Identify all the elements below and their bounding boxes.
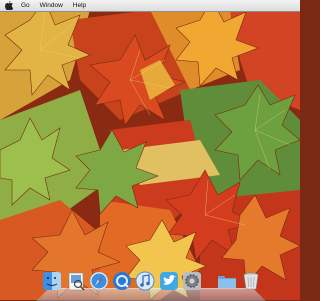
menu-bar: Go Window Help — [0, 0, 300, 12]
menu-window[interactable]: Window — [35, 0, 68, 11]
trash-icon[interactable] — [241, 271, 261, 291]
system-preferences-icon[interactable] — [182, 271, 202, 291]
menu-go[interactable]: Go — [16, 0, 35, 11]
itunes-icon[interactable] — [135, 271, 155, 291]
safari-icon[interactable] — [89, 271, 109, 291]
dock — [36, 268, 266, 301]
finder-icon[interactable] — [42, 271, 62, 291]
preview-icon[interactable] — [66, 271, 86, 291]
menu-help[interactable]: Help — [68, 0, 91, 11]
folder-icon[interactable] — [217, 271, 237, 291]
desktop-wallpaper — [0, 0, 300, 300]
twitter-icon[interactable] — [159, 271, 179, 291]
apple-logo-icon[interactable] — [2, 0, 16, 11]
quicktime-icon[interactable] — [112, 271, 132, 291]
